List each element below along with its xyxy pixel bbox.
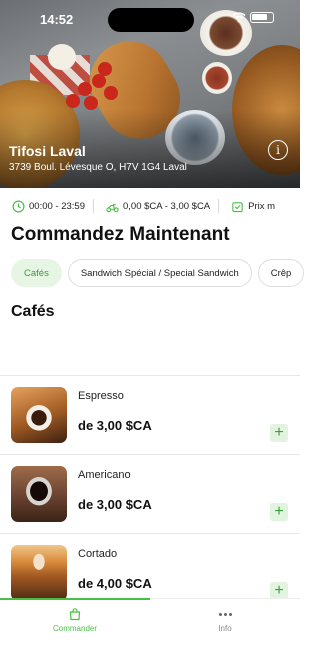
product-image <box>11 387 67 443</box>
tab-crepes[interactable]: Crêp <box>257 259 305 287</box>
nav-commander[interactable]: Commander <box>0 607 150 633</box>
product-price: de 3,00 $CA <box>78 418 152 433</box>
clock-icon <box>12 200 25 212</box>
product-name: Espresso <box>78 390 124 402</box>
product-image <box>11 466 67 522</box>
delivery-fee-item: 0,00 $CA - 3,00 $CA <box>94 200 218 213</box>
bottom-nav: Commander Info <box>0 598 300 650</box>
category-tabs: Cafés Sandwich Spécial / Special Sandwic… <box>11 259 305 287</box>
add-button[interactable]: + <box>270 424 288 442</box>
product-image <box>11 545 67 601</box>
product-list: Espresso de 3,00 $CA + Americano de 3,00… <box>0 375 300 612</box>
status-time: 14:52 <box>40 12 74 27</box>
dynamic-island <box>108 8 194 32</box>
battery-icon <box>250 11 274 23</box>
active-tab-indicator <box>0 598 150 600</box>
product-name: Cortado <box>78 548 118 560</box>
status-icons <box>232 11 274 23</box>
info-strip: 00:00 - 23:59 0,00 $CA - 3,00 $CA Prix m <box>0 196 300 216</box>
product-name: Americano <box>78 469 131 481</box>
bag-check-icon <box>232 201 243 212</box>
nav-label: Info <box>218 624 232 633</box>
store-address: 3739 Boul. Lévesque O, H7V 1G4 Laval <box>9 162 187 173</box>
scooter-icon <box>106 203 119 212</box>
info-icon[interactable]: i <box>268 140 288 160</box>
product-price: de 3,00 $CA <box>78 497 152 512</box>
store-name: Tifosi Laval <box>9 143 86 159</box>
hero-banner: 14:52 Tifosi Laval 3739 Boul. Lévesque O… <box>0 0 300 188</box>
hours-text: 00:00 - 23:59 <box>29 200 85 212</box>
category-heading: Cafés <box>11 303 55 320</box>
wifi-icon <box>232 12 246 23</box>
nav-info[interactable]: Info <box>150 607 300 633</box>
product-price: de 4,00 $CA <box>78 576 152 591</box>
nav-label: Commander <box>52 624 97 633</box>
hero-decor <box>202 62 232 94</box>
bag-icon <box>69 608 81 621</box>
page-title: Commandez Maintenant <box>11 224 230 245</box>
more-dots-icon <box>218 607 232 621</box>
product-row-espresso[interactable]: Espresso de 3,00 $CA + <box>0 375 300 454</box>
tab-sandwich-special[interactable]: Sandwich Spécial / Special Sandwich <box>67 259 252 287</box>
add-button[interactable]: + <box>270 503 288 521</box>
min-order-item: Prix m <box>219 200 283 213</box>
hero-decor <box>48 44 76 70</box>
min-order-text: Prix m <box>248 200 276 212</box>
hours-item: 00:00 - 23:59 <box>0 200 93 213</box>
tab-cafes[interactable]: Cafés <box>11 259 62 287</box>
delivery-fee-text: 0,00 $CA - 3,00 $CA <box>123 200 211 212</box>
product-row-americano[interactable]: Americano de 3,00 $CA + <box>0 454 300 533</box>
